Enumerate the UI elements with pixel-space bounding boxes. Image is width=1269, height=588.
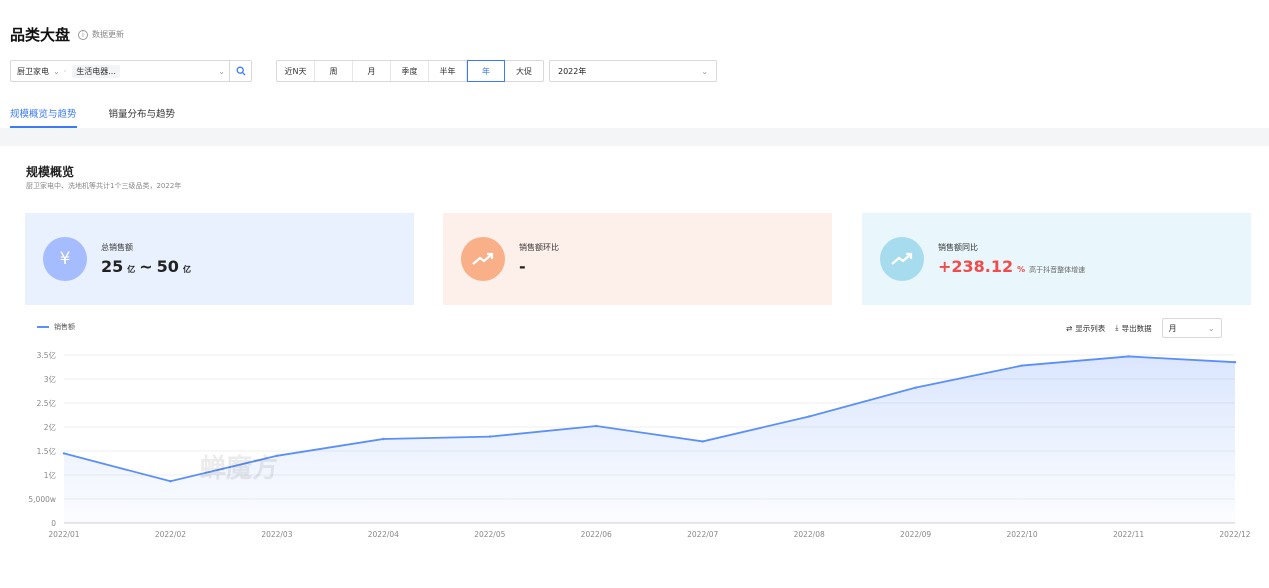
data-point [807,415,811,418]
period-option[interactable]: 大促 [505,61,543,81]
card-label: 销售额环比 [519,243,559,252]
chevron-down-icon: ⌄ [53,66,60,76]
tab-scale-overview[interactable]: 规模概览与趋势 [10,106,77,128]
legend-swatch [37,326,49,328]
x-tick-label: 2022/12 [1219,530,1250,539]
mom-sales-card: 销售额环比 - [443,213,832,305]
data-point [595,424,598,428]
x-tick-label: 2022/10 [1007,530,1038,539]
card-value: 25 亿 ~50 亿 [101,257,191,276]
data-point [1020,364,1024,367]
x-tick-label: 2022/03 [261,530,292,539]
x-tick-label: 2022/05 [474,530,505,539]
y-tick-label: 3亿 [44,374,57,384]
watermark: 蝉魔方 [200,454,279,484]
data-update-link[interactable]: 数据更新 [92,29,124,40]
data-point [1127,355,1130,358]
card-label: 总销售额 [101,243,133,252]
y-tick-label: 0 [51,519,56,528]
trend-up-icon [880,237,924,281]
yoy-unit: % [1017,265,1026,274]
card-value: - [519,257,526,276]
show-list-label: 显示列表 [1075,323,1106,333]
category-secondary-tag[interactable]: 生活电器... [72,64,120,78]
data-point [1233,361,1237,364]
chevron-down-icon: ⌄ [1207,323,1215,333]
x-tick-label: 2022/01 [48,530,79,539]
data-point [382,437,385,441]
period-option[interactable]: 半年 [429,61,467,81]
data-point [62,452,66,455]
tab-bar: 规模概览与趋势 销量分布与趋势 [10,106,175,128]
period-option[interactable]: 季度 [391,61,429,81]
data-point [169,480,172,483]
x-tick-label: 2022/11 [1113,530,1144,539]
data-point [914,386,917,389]
category-select[interactable]: 厨卫家电 ⌄ · 生活电器... ⌄ [10,60,252,82]
year-select[interactable]: 2022年 ⌄ [549,60,717,82]
card-value: +238.12% 高于抖音整体增速 [938,257,1085,276]
y-tick-label: 2.5亿 [37,398,57,408]
show-list-button[interactable]: ⇄ 显示列表 [1066,323,1105,334]
value-min: 25 [101,257,124,276]
export-label: 导出数据 [1121,323,1152,333]
area-fill [64,356,1235,523]
section-title: 规模概览 [26,165,75,179]
data-point [701,440,704,443]
x-tick-label: 2022/04 [368,530,399,539]
filters: 厨卫家电 ⌄ · 生活电器... ⌄ [10,60,252,82]
search-icon [236,66,245,76]
swap-icon: ⇄ [1066,323,1073,333]
period-option-active[interactable]: 年 [467,60,505,82]
category-primary[interactable]: 厨卫家电 [11,66,49,77]
card-label: 销售额同比 [938,243,978,252]
year-value: 2022年 [558,66,587,76]
yoy-value: +238.12 [938,257,1014,276]
tab-sales-distribution[interactable]: 销量分布与趋势 [109,106,176,128]
unit-max: 亿 [182,265,191,274]
yen-icon: ¥ [43,237,87,281]
y-tick-label: 2亿 [44,422,57,432]
total-sales-card: ¥ 总销售额 25 亿 ~50 亿 [25,213,414,305]
info-icon[interactable]: i [78,29,89,40]
range-sep: ~ [139,257,153,276]
yoy-note: 高于抖音整体增速 [1029,266,1086,274]
section-subtitle: 厨卫家电中、洗地机等共计1个三级品类，2022年 [26,182,182,190]
value-max: 50 [156,257,179,276]
x-tick-label: 2022/02 [155,530,186,539]
search-button[interactable] [229,61,251,81]
chart-toolbar: ⇄ 显示列表 ⤓ 导出数据 月 ⌄ [1066,318,1222,338]
unit-min: 亿 [127,265,136,274]
x-tick-label: 2022/08 [794,530,825,539]
yoy-sales-card: 销售额同比 +238.12% 高于抖音整体增速 [862,213,1251,305]
x-tick-label: 2022/09 [900,530,931,539]
download-icon: ⤓ [1115,323,1119,332]
section-divider [0,128,1269,146]
period-option[interactable]: 月 [353,61,391,81]
period-selector: 近N天 周 月 季度 半年 年 大促 [276,60,544,82]
export-button[interactable]: ⤓ 导出数据 [1115,323,1151,334]
page-title: 品类大盘 [10,26,71,44]
x-tick-label: 2022/07 [687,530,718,539]
granularity-select[interactable]: 月 ⌄ [1161,318,1222,338]
data-point [488,435,492,438]
sales-trend-chart[interactable]: 0 5,000w 1亿 1.5亿 2亿 2.5亿 3亿 3.5亿 2022/01 2022/02 2… [0,340,1269,550]
y-tick-label: 1.5亿 [37,446,57,456]
chevron-down-icon: ⌄ [701,66,708,76]
chart-legend[interactable]: 销售额 [37,322,75,332]
period-option[interactable]: 近N天 [277,61,315,81]
y-tick-label: 3.5亿 [37,350,57,360]
title-row: 品类大盘 i 数据更新 [10,24,124,45]
separator-dot: · [63,66,67,76]
chevron-down-icon[interactable]: ⌄ [218,67,225,76]
x-tick-label: 2022/06 [581,530,612,539]
legend-label: 销售额 [54,323,75,331]
y-tick-label: 5,000w [28,495,56,504]
y-tick-label: 1亿 [44,470,57,480]
period-option[interactable]: 周 [315,61,353,81]
granularity-value: 月 [1168,323,1177,333]
trend-up-icon [461,237,505,281]
